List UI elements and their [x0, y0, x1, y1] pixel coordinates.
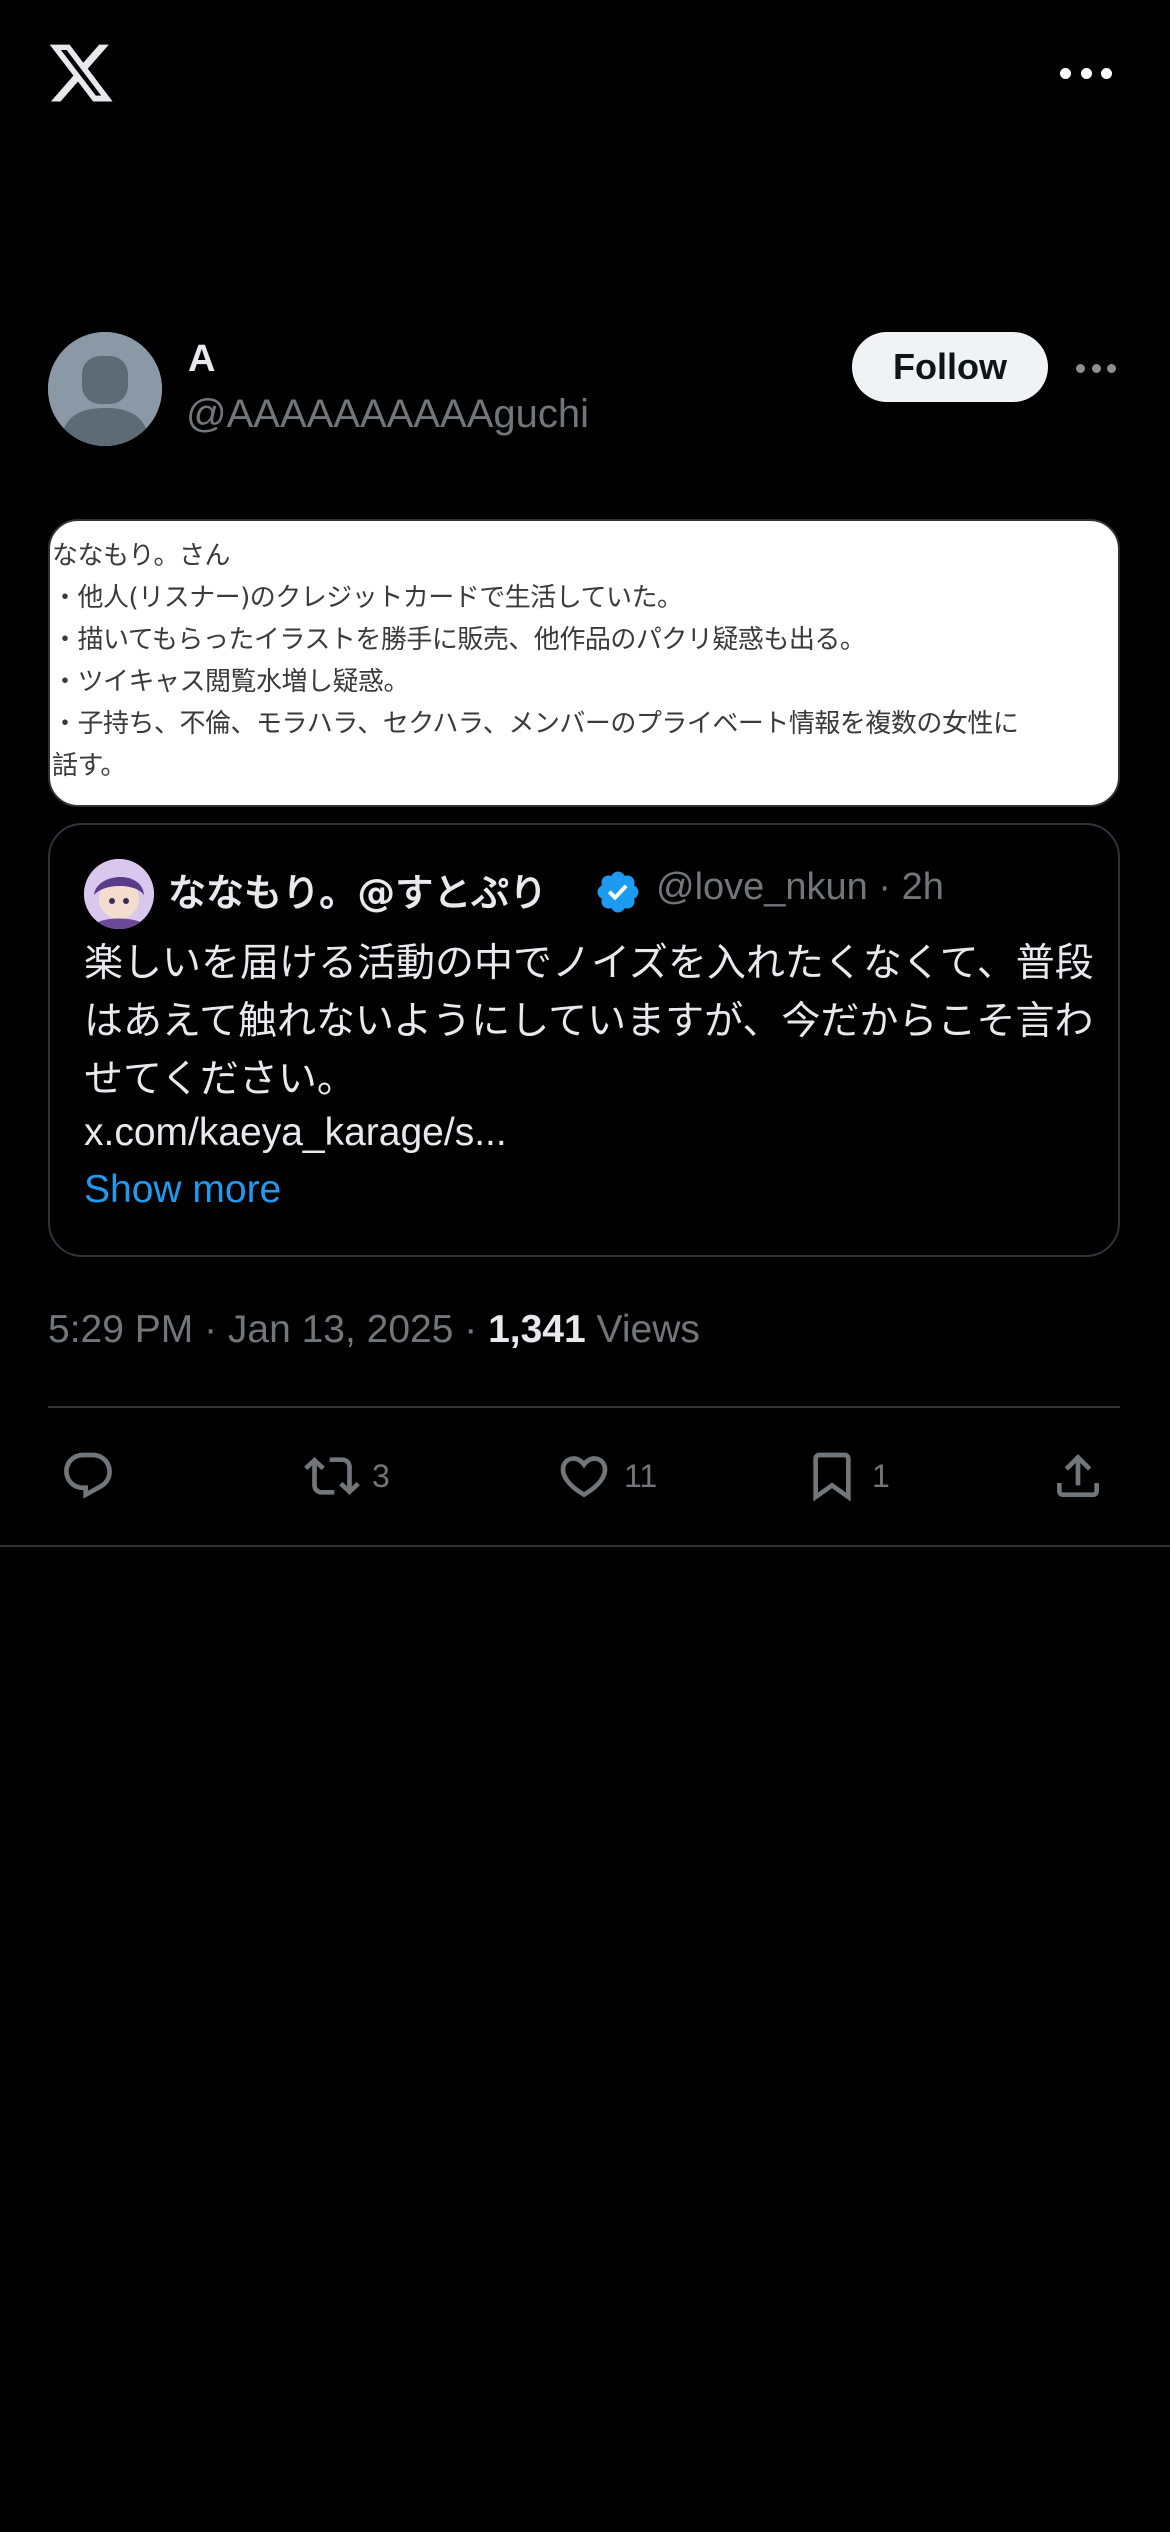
repost-count: 3	[372, 1457, 390, 1494]
bookmark-icon	[813, 1452, 851, 1502]
verified-badge-icon	[597, 871, 639, 913]
like-button[interactable]: 11	[556, 1446, 657, 1506]
dot	[1101, 67, 1112, 79]
repost-button[interactable]: 3	[304, 1446, 390, 1506]
image-text-line: 話す。	[52, 751, 126, 781]
quote-post-text: 楽しいを届ける活動の中でノイズを入れたくなくて、普段はあえて触れないようにしてい…	[84, 941, 1094, 1102]
repost-icon	[304, 1457, 360, 1495]
image-text-line: ・描いてもらったイラストを勝手に販売、他作品のパクリ疑惑も出る。	[52, 625, 866, 655]
dot	[1076, 363, 1085, 373]
image-text-line: ・ツイキャス閲覧水増し疑惑。	[52, 667, 410, 697]
more-options-icon[interactable]	[1060, 54, 1112, 92]
divider	[0, 1545, 1170, 1547]
dot	[1091, 363, 1101, 373]
like-count: 11	[624, 1457, 658, 1494]
follow-button[interactable]: Follow	[852, 332, 1048, 402]
quote-author-handle-time[interactable]: @love_nkun · 2h	[656, 866, 944, 909]
bookmark-count: 1	[872, 1457, 890, 1494]
show-more-link[interactable]: Show more	[84, 1168, 281, 1212]
default-avatar-icon	[48, 332, 162, 446]
dot	[1080, 67, 1092, 79]
author-name[interactable]: A	[188, 338, 215, 381]
quote-post-link[interactable]: x.com/kaeya_karage/s...	[84, 1111, 507, 1155]
dot	[1107, 363, 1116, 373]
share-icon	[1057, 1454, 1099, 1497]
bookmark-button[interactable]: 1	[804, 1446, 890, 1506]
reply-icon	[64, 1452, 112, 1499]
x-logo-icon[interactable]	[46, 38, 116, 108]
post-more-options-icon[interactable]	[1076, 362, 1116, 374]
post-meta: 5:29 PM · Jan 13, 2025 · 1,341 Views	[48, 1308, 700, 1352]
image-text-line: ・他人(リスナー)のクレジットカードで生活していた。	[52, 583, 683, 613]
anime-avatar-icon	[84, 859, 154, 929]
divider	[48, 1406, 1120, 1408]
author-handle[interactable]: @AAAAAAAAAAguchi	[186, 392, 589, 437]
quote-author-name[interactable]: ななもり。@すとぷり	[168, 862, 547, 917]
reply-button[interactable]	[60, 1446, 116, 1506]
image-text-line: ななもり。さん	[52, 541, 230, 571]
image-text-line: ・子持ち、不倫、モラハラ、セクハラ、メンバーのプライベート情報を複数の女性に	[52, 709, 1019, 739]
heart-icon	[560, 1456, 608, 1498]
views-count[interactable]: 1,341	[488, 1308, 586, 1351]
views-label: Views	[585, 1308, 700, 1351]
quote-author-avatar[interactable]	[84, 859, 154, 929]
avatar[interactable]	[48, 332, 162, 446]
post-image[interactable]: ななもり。さん ・他人(リスナー)のクレジットカードで生活していた。 ・描いても…	[48, 519, 1120, 807]
dot	[1060, 67, 1071, 79]
post-timestamp[interactable]: 5:29 PM · Jan 13, 2025 ·	[48, 1308, 488, 1351]
share-button[interactable]	[1050, 1446, 1106, 1506]
